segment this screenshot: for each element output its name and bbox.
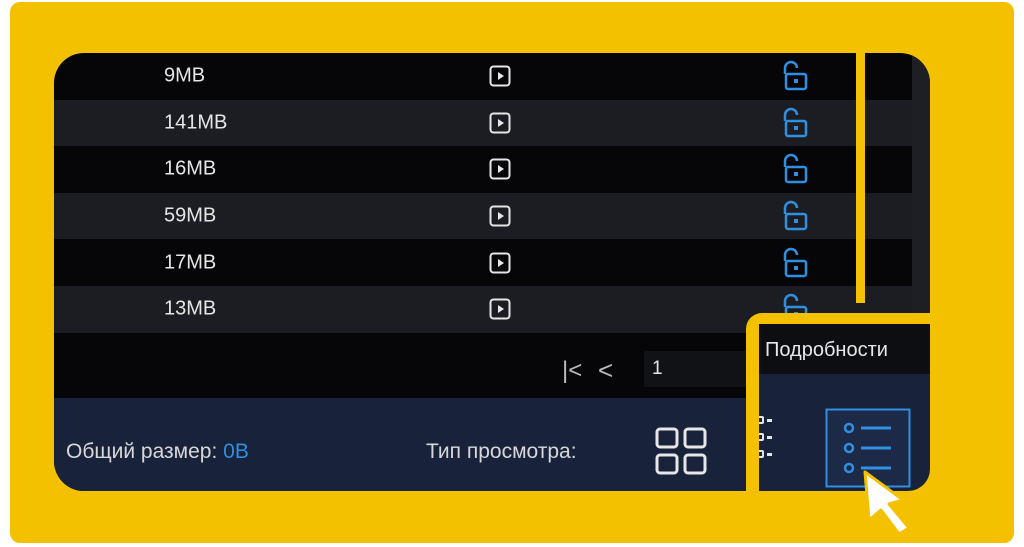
first-page-icon[interactable]: |< [562, 357, 582, 385]
play-icon[interactable] [489, 252, 511, 274]
file-size: 17MB [164, 251, 217, 274]
view-type-label: Тип просмотра: [426, 440, 577, 463]
unlock-icon[interactable] [777, 198, 813, 234]
play-icon[interactable] [489, 298, 511, 320]
list-view-icon[interactable] [759, 409, 779, 469]
unlock-icon[interactable] [777, 245, 813, 281]
play-icon[interactable] [489, 65, 511, 87]
table-row[interactable]: 17MB [54, 239, 914, 286]
table-row[interactable]: 141MB [54, 99, 914, 147]
file-size: 13MB [164, 297, 217, 320]
unlock-icon[interactable] [777, 58, 813, 94]
unlock-icon[interactable] [777, 105, 813, 141]
file-table: 9MB 141MB 16MB 59MB 17MB 13MB [54, 53, 914, 333]
table-row[interactable]: 9MB [54, 53, 914, 100]
tooltip: Подробности [759, 324, 930, 374]
play-icon[interactable] [489, 112, 511, 134]
play-icon[interactable] [489, 205, 511, 227]
total-size: Общий размер: 0B [66, 440, 249, 464]
unlock-icon[interactable] [777, 151, 813, 187]
grid-view-icon[interactable] [654, 426, 710, 478]
mouse-cursor-icon [863, 470, 911, 536]
prev-page-icon[interactable]: < [598, 355, 613, 386]
file-size: 141MB [164, 111, 228, 134]
play-icon[interactable] [489, 158, 511, 180]
table-row[interactable]: 59MB [54, 192, 914, 240]
file-size: 16MB [164, 157, 217, 180]
table-row[interactable]: 16MB [54, 146, 914, 193]
file-size: 9MB [164, 64, 206, 87]
file-size: 59MB [164, 204, 217, 227]
callout-line [856, 53, 865, 303]
tooltip-text: Подробности [765, 339, 888, 361]
total-size-value: 0B [223, 440, 249, 463]
total-size-label: Общий размер: [66, 440, 218, 463]
